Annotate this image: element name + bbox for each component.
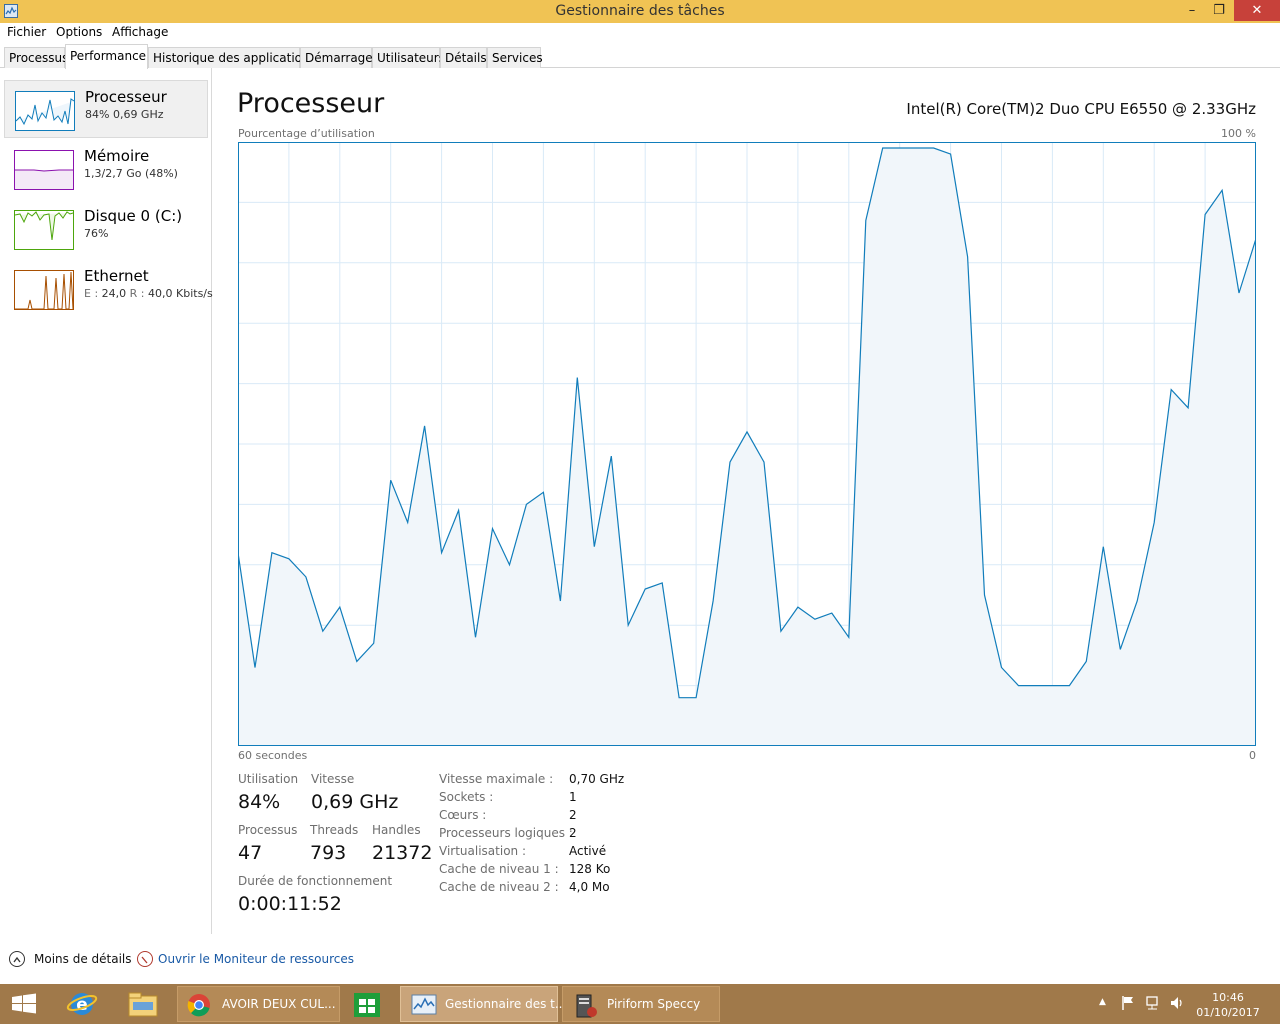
taskbar-app-label: AVOIR DEUX CUL... (222, 997, 336, 1011)
tab-performance[interactable]: Performance (65, 44, 148, 69)
menu-bar: Fichier Options Affichage (0, 23, 1280, 44)
task-manager-icon (411, 994, 437, 1015)
resource-value: 1,3/2,7 Go (48%) (84, 167, 178, 180)
tab-services[interactable]: Services (487, 47, 543, 68)
chrome-icon (187, 994, 210, 1017)
utilisation-label: Utilisation (238, 772, 299, 786)
chevron-up-icon[interactable] (9, 951, 25, 967)
footer-bar: Moins de détails Ouvrir le Moniteur de r… (0, 944, 1280, 980)
detail-label: Cache de niveau 1 : (439, 862, 559, 876)
clock-date: 01/10/2017 (1196, 1006, 1260, 1019)
volume-icon[interactable] (1169, 994, 1185, 1024)
uptime-value: 0:00:11:52 (238, 893, 342, 915)
x-axis-label: 60 secondes (238, 749, 308, 762)
ethernet-thumbnail (14, 270, 74, 310)
page-title: Processeur (237, 88, 385, 119)
restore-button[interactable]: ❐ (1205, 0, 1233, 21)
processus-value: 47 (238, 842, 263, 864)
cpu-thumbnail (15, 91, 75, 131)
speccy-icon (576, 994, 597, 1018)
detail-label: Cœurs : (439, 808, 487, 822)
threads-value: 793 (310, 842, 347, 864)
minimize-button[interactable]: – (1178, 0, 1206, 21)
less-details-button[interactable]: Moins de détails (34, 952, 132, 966)
taskbar-app-task-manager[interactable]: Gestionnaire des t... (400, 986, 566, 1022)
close-button[interactable]: ✕ (1234, 0, 1280, 21)
taskbar-app-label: Gestionnaire des t... (445, 997, 567, 1011)
ie-button[interactable]: e (60, 984, 104, 1024)
resource-name: Processeur (85, 88, 167, 106)
cpu-model: Intel(R) Core(TM)2 Duo CPU E6550 @ 2.33G… (906, 100, 1256, 118)
resource-name: Disque 0 (C:) (84, 207, 183, 225)
tab-strip: Processus Performance Historique des app… (0, 44, 1280, 69)
detail-value: 4,0 Mo (569, 880, 610, 894)
internet-explorer-icon: e (66, 993, 98, 1015)
detail-label: Sockets : (439, 790, 494, 804)
handles-label: Handles (372, 823, 421, 837)
resource-ethernet[interactable]: Ethernet E : 24,0 R : 40,0 Kbits/s (4, 260, 213, 318)
taskbar: e AVOIR DEUX CUL... Gestionnaire des t..… (0, 984, 1280, 1024)
y-axis-label: Pourcentage d’utilisation (238, 127, 375, 140)
tab-demarrage[interactable]: Démarrage (300, 47, 373, 68)
tab-historique[interactable]: Historique des applications (148, 47, 316, 68)
resource-processeur[interactable]: Processeur 84% 0,69 GHz (4, 80, 208, 138)
tab-details[interactable]: Détails (440, 47, 487, 68)
resource-value: 76% (84, 227, 109, 240)
x-axis-min: 0 (1249, 749, 1256, 762)
detail-value: 2 (569, 808, 577, 822)
cpu-usage-graph (238, 142, 1256, 746)
disk-thumbnail (14, 210, 74, 250)
resource-value: 84% 0,69 GHz (85, 108, 164, 121)
detail-value: Activé (569, 844, 607, 858)
handles-value: 21372 (372, 842, 433, 864)
detail-value: 0,70 GHz (569, 772, 625, 786)
menu-fichier[interactable]: Fichier (7, 25, 46, 39)
taskbar-app-chrome[interactable]: AVOIR DEUX CUL... (177, 986, 340, 1022)
resource-memoire[interactable]: Mémoire 1,3/2,7 Go (48%) (4, 140, 208, 198)
tab-processus[interactable]: Processus (4, 47, 68, 68)
detail-value: 1 (569, 790, 577, 804)
windows-icon (12, 993, 36, 1014)
store-icon (354, 993, 380, 1017)
detail-value: 2 (569, 826, 577, 840)
vitesse-label: Vitesse (311, 772, 355, 786)
vitesse-value: 0,69 GHz (311, 791, 399, 813)
store-button[interactable] (344, 984, 390, 1024)
processus-label: Processus (238, 823, 298, 837)
detail-label: Cache de niveau 2 : (439, 880, 559, 894)
menu-affichage[interactable]: Affichage (112, 25, 168, 39)
detail-label: Processeurs logiques : (439, 826, 573, 840)
threads-label: Threads (310, 823, 359, 837)
y-axis-max: 100 % (1221, 127, 1256, 140)
detail-value: 128 Ko (569, 862, 611, 876)
start-button[interactable] (8, 984, 40, 1024)
window-title: Gestionnaire des tâches (555, 3, 725, 19)
utilisation-value: 84% (238, 791, 281, 813)
detail-label: Vitesse maximale : (439, 772, 554, 786)
title-bar: Gestionnaire des tâches – ❐ ✕ (0, 0, 1280, 23)
explorer-button[interactable] (120, 984, 166, 1024)
clock-time: 10:46 (1212, 991, 1244, 1004)
network-icon[interactable] (1145, 994, 1161, 1024)
clock[interactable]: 10:46 01/10/2017 (1188, 990, 1268, 1020)
folder-icon (128, 992, 158, 1017)
flag-icon[interactable] (1120, 994, 1136, 1024)
tab-utilisateurs[interactable]: Utilisateurs (372, 47, 445, 68)
memory-thumbnail (14, 150, 74, 190)
taskbar-app-label: Piriform Speccy (607, 997, 701, 1011)
resource-monitor-link[interactable]: Ouvrir le Moniteur de ressources (158, 952, 354, 966)
resource-disque[interactable]: Disque 0 (C:) 76% (4, 200, 208, 258)
menu-options[interactable]: Options (56, 25, 102, 39)
resource-list: Processeur 84% 0,69 GHz Mémoire 1,3/2,7 … (0, 68, 213, 934)
uptime-label: Durée de fonctionnement (238, 874, 393, 888)
resource-name: Ethernet (84, 267, 149, 285)
resource-monitor-icon (137, 951, 153, 967)
detail-label: Virtualisation : (439, 844, 526, 858)
taskbar-app-speccy[interactable]: Piriform Speccy (562, 986, 720, 1022)
resource-name: Mémoire (84, 147, 150, 165)
resource-value: E : 24,0 R : 40,0 Kbits/s (84, 287, 213, 300)
show-hidden-icons[interactable]: ▲ (1099, 997, 1106, 1024)
